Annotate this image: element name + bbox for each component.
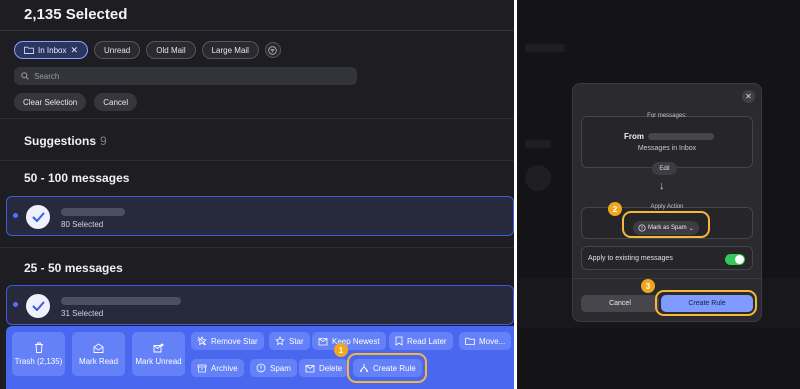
star-slash-icon: [197, 336, 207, 346]
selection-title: 2,135 Selected: [24, 6, 128, 23]
filter-chip-label: In Inbox: [38, 45, 67, 55]
edit-button[interactable]: Edit: [652, 162, 677, 175]
messages-in-label: Messages in Inbox: [637, 145, 697, 152]
action-bar: Trash (2,135) Mark Read Mark Unread Remo…: [6, 326, 514, 389]
group-heading: 25 - 50 messages: [24, 261, 123, 275]
mark-read-button[interactable]: Mark Read: [72, 332, 125, 376]
star-icon: [275, 336, 285, 346]
read-later-button[interactable]: Read Later: [389, 332, 453, 350]
apply-existing-label: Apply to existing messages: [588, 255, 673, 262]
unread-dot: [13, 213, 18, 218]
suggestions-heading: Suggestions 9: [24, 134, 107, 148]
inbox-cleaner-panel: 2,135 Selected In Inbox ✕ Unread Old Mai…: [0, 0, 514, 389]
mark-unread-label: Mark Unread: [135, 356, 182, 366]
suggestion-card[interactable]: 80 Selected: [6, 196, 514, 236]
close-icon[interactable]: ✕: [742, 90, 755, 103]
background-content: [525, 140, 551, 148]
move-button[interactable]: Move...: [459, 332, 512, 350]
apply-existing-row: Apply to existing messages: [581, 246, 753, 270]
suggestions-label: Suggestions: [24, 134, 97, 148]
divider: [0, 160, 514, 161]
exclamation-circle-icon: [256, 363, 266, 373]
spam-label: Spam: [270, 363, 291, 373]
folder-icon: [465, 337, 475, 345]
highlight-outline: [622, 211, 710, 238]
suggestions-count: 9: [100, 134, 107, 148]
suggestion-card[interactable]: 31 Selected: [6, 285, 514, 325]
filter-chip-label: Old Mail: [156, 45, 186, 55]
for-messages-label: For messages:: [647, 113, 687, 119]
search-placeholder: Search: [34, 71, 60, 81]
envelope-open-icon: [93, 342, 104, 353]
mark-read-label: Mark Read: [78, 356, 119, 366]
archive-label: Archive: [211, 363, 238, 373]
close-icon[interactable]: ✕: [70, 45, 78, 56]
filter-chip-label: Large Mail: [211, 45, 249, 55]
folder-icon: [24, 46, 34, 54]
cancel-button[interactable]: Cancel: [94, 93, 138, 111]
checkmark-icon[interactable]: [26, 205, 50, 229]
arrow-down-icon: ↓: [659, 180, 665, 192]
checkmark-icon[interactable]: [26, 294, 50, 318]
filter-chip-label: Unread: [104, 45, 131, 55]
trash-icon: [34, 342, 43, 353]
apply-existing-toggle[interactable]: [725, 254, 745, 265]
divider: [0, 118, 514, 119]
archive-box-icon: [197, 364, 207, 372]
divider: [573, 278, 761, 279]
redacted-sender: [61, 297, 181, 305]
selected-count: 31 Selected: [61, 309, 104, 318]
redacted-sender: [61, 208, 125, 216]
highlight-outline: [655, 290, 757, 316]
move-label: Move...: [479, 336, 506, 346]
star-button[interactable]: Star: [269, 332, 310, 350]
selection-buttons: Clear Selection Cancel: [14, 93, 138, 111]
filter-chips: In Inbox ✕ Unread Old Mail Large Mail: [14, 41, 281, 59]
archive-button[interactable]: Archive: [191, 359, 244, 377]
delete-label: Delete: [319, 363, 343, 373]
divider: [0, 247, 514, 248]
filter-icon: [268, 45, 278, 55]
search-input[interactable]: Search: [14, 67, 357, 85]
delete-button[interactable]: Delete: [299, 359, 349, 377]
search-icon: [21, 72, 29, 80]
keep-newest-button[interactable]: Keep Newest: [312, 332, 386, 350]
trash-label: Trash (2,135): [14, 357, 63, 366]
trash-button[interactable]: Trash (2,135): [12, 332, 65, 376]
background-content: [525, 44, 565, 52]
spam-button[interactable]: Spam: [250, 359, 297, 377]
divider: [0, 30, 514, 31]
bookmark-icon: [395, 336, 403, 346]
group-heading: 50 - 100 messages: [24, 171, 130, 185]
create-rule-panel: ✕ For messages: From Messages in Inbox E…: [517, 0, 800, 389]
envelope-badge-icon: [153, 343, 164, 352]
step-badge: 3: [641, 279, 655, 293]
background-content: [525, 165, 551, 191]
envelope-check-icon: [318, 337, 328, 345]
filter-chip-in-inbox[interactable]: In Inbox ✕: [14, 41, 89, 59]
unread-dot: [13, 302, 18, 307]
cancel-button[interactable]: Cancel: [581, 295, 659, 312]
create-rule-dialog: ✕ For messages: From Messages in Inbox E…: [572, 83, 762, 322]
mark-unread-button[interactable]: Mark Unread: [132, 332, 185, 376]
filter-chip-unread[interactable]: Unread: [94, 41, 141, 59]
read-later-label: Read Later: [407, 336, 447, 346]
clear-selection-button[interactable]: Clear Selection: [14, 93, 87, 111]
envelope-x-icon: [305, 364, 315, 372]
for-messages-box: For messages: From Messages in Inbox: [581, 113, 753, 168]
filter-chip-old-mail[interactable]: Old Mail: [146, 41, 196, 59]
redacted-sender: [648, 133, 714, 140]
step-badge: 2: [608, 202, 622, 216]
filter-options-icon[interactable]: [264, 42, 281, 58]
star-label: Star: [289, 336, 304, 346]
step-badge: 1: [334, 343, 348, 357]
highlight-outline: [347, 353, 427, 383]
from-label: From: [624, 132, 644, 141]
remove-star-button[interactable]: Remove Star: [191, 332, 264, 350]
selected-count: 80 Selected: [61, 220, 104, 229]
remove-star-label: Remove Star: [211, 336, 258, 346]
filter-chip-large-mail[interactable]: Large Mail: [201, 41, 259, 59]
